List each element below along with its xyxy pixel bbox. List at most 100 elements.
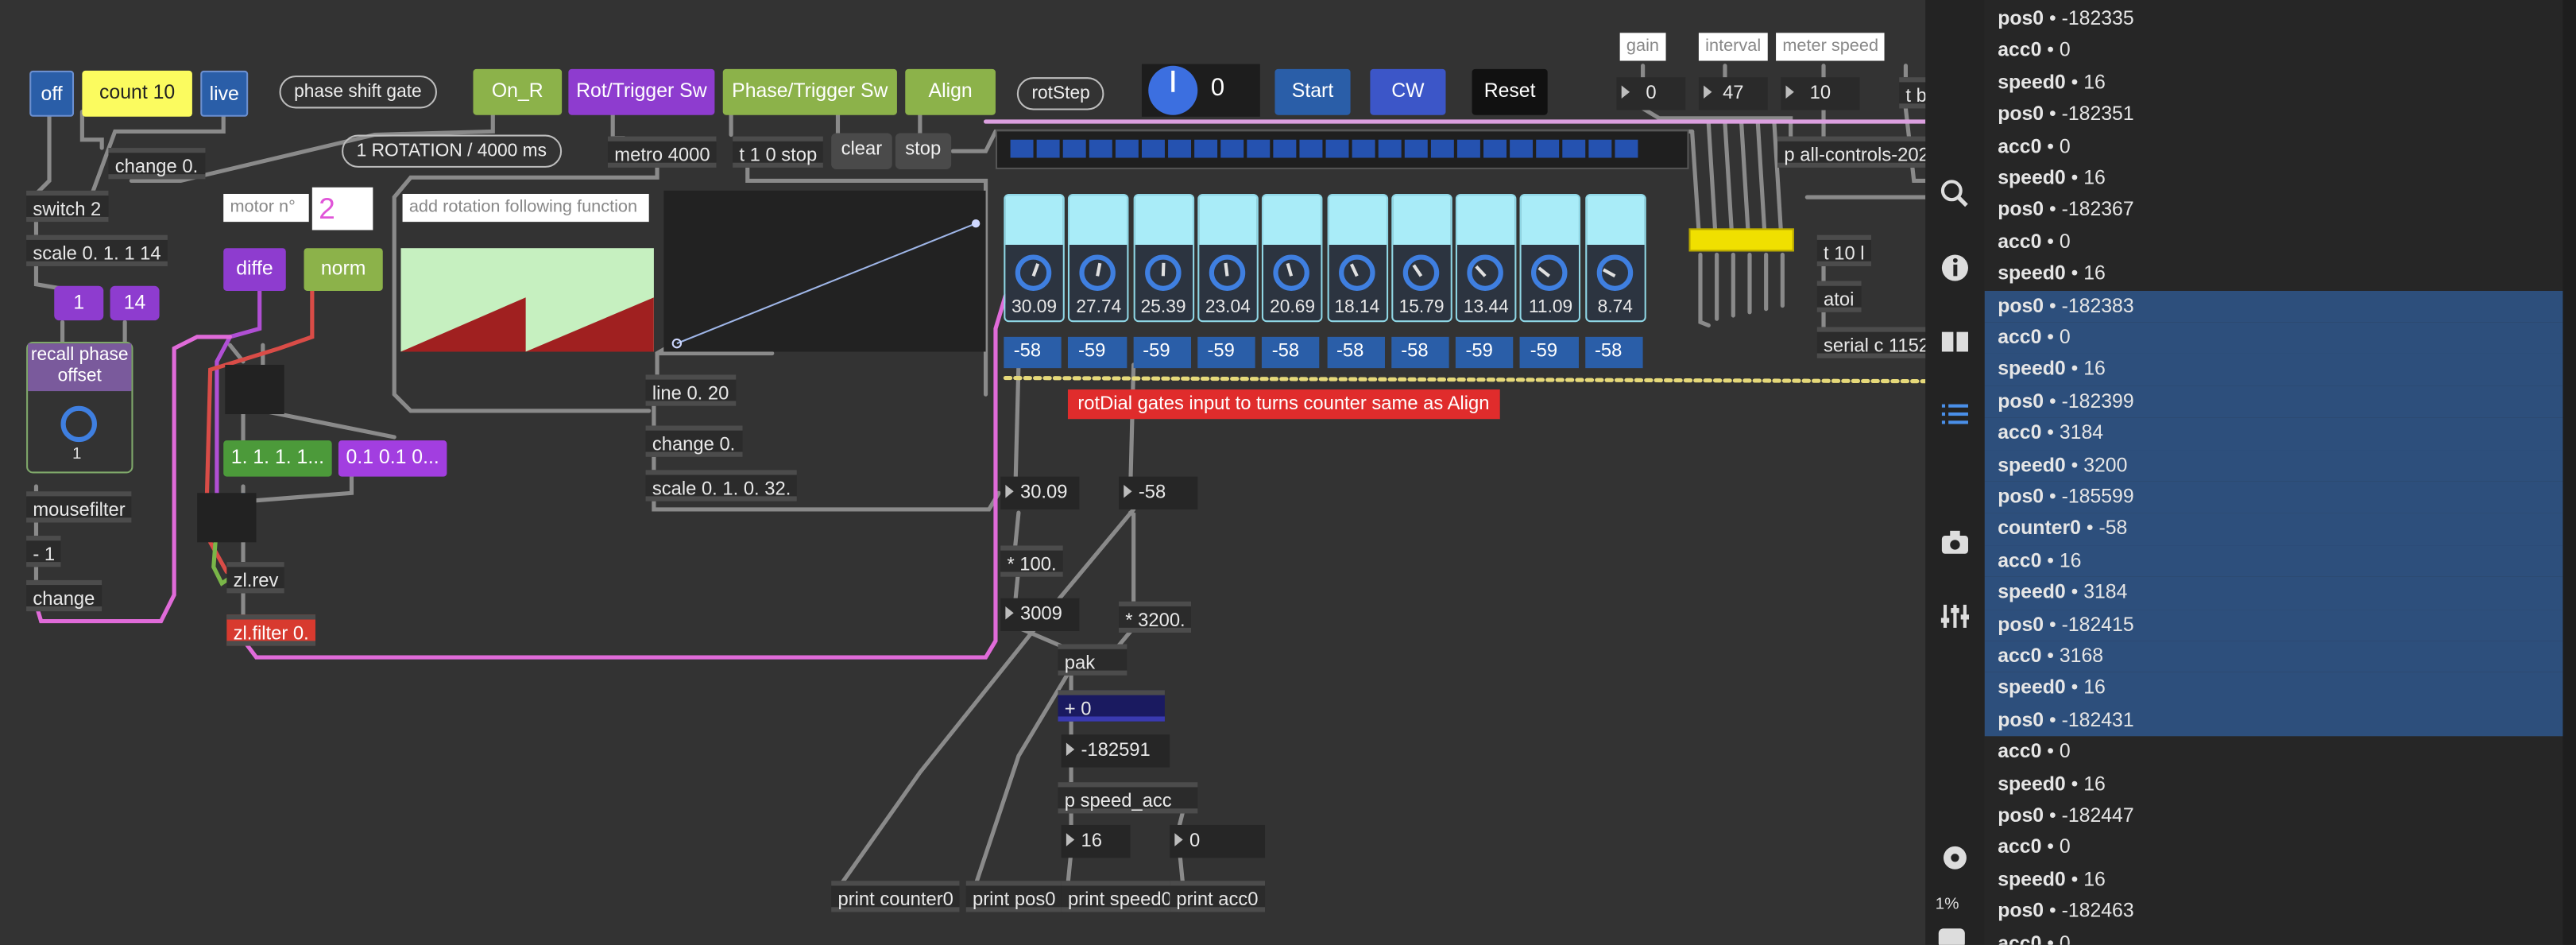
list-green-message[interactable]: 1. 1. 1. 1... <box>223 440 332 477</box>
interval-number[interactable]: 47 <box>1698 77 1768 110</box>
knob-dial[interactable] <box>1080 254 1116 291</box>
align-button[interactable]: Align <box>905 68 996 115</box>
number-3009[interactable]: 3009 <box>1000 598 1080 631</box>
gate-switch-bottom[interactable] <box>197 493 257 543</box>
motor-counter-number[interactable]: -58 <box>1326 336 1385 369</box>
metro-object[interactable]: metro 4000 <box>608 136 717 168</box>
knob-dial[interactable] <box>1531 254 1568 291</box>
function-graph[interactable] <box>400 248 654 352</box>
message-1[interactable]: 1 <box>54 285 104 321</box>
p-all-controls-object[interactable]: p all-controls-202 <box>1777 136 1936 168</box>
console-scrollbar[interactable] <box>2562 0 2576 945</box>
function-editor[interactable] <box>663 190 986 352</box>
cw-button[interactable]: CW <box>1370 68 1446 115</box>
serial-object[interactable]: serial c 1152 <box>1816 327 1936 358</box>
trigger-object[interactable]: t 1 0 stop <box>733 136 824 168</box>
motor-counter-number[interactable]: -58 <box>1584 336 1643 369</box>
console-list-icon[interactable] <box>1936 397 1975 437</box>
clear-message[interactable]: clear <box>831 133 892 169</box>
motor-knob[interactable]: 27.74 <box>1068 193 1130 323</box>
motor-counter-number[interactable]: -58 <box>1004 336 1062 369</box>
motor-knob[interactable]: 20.69 <box>1262 193 1323 323</box>
info-icon[interactable] <box>1936 251 1975 291</box>
number-30-09[interactable]: 30.09 <box>1000 476 1080 509</box>
knob-dial[interactable] <box>1209 254 1246 291</box>
gain-number[interactable]: 0 <box>1616 77 1686 110</box>
reference-book-icon[interactable] <box>1936 325 1975 365</box>
motor-knob[interactable]: 8.74 <box>1584 193 1646 323</box>
console-row[interactable]: speed0 • 3200 <box>1984 449 2563 482</box>
console-row[interactable]: pos0 • -182431 <box>1984 704 2563 737</box>
console-row[interactable]: pos0 • -185599 <box>1984 481 2563 513</box>
console-row[interactable]: acc0 • 0 <box>1985 131 2563 163</box>
knob-dial[interactable] <box>1273 254 1310 291</box>
console-row[interactable]: pos0 • -182463 <box>1985 896 2563 928</box>
meter-speed-number[interactable]: 10 <box>1781 77 1860 110</box>
diffe-button[interactable]: diffe <box>223 248 286 291</box>
rot-dial[interactable] <box>1148 65 1198 115</box>
console-row[interactable]: counter0 • -58 <box>1984 513 2563 545</box>
number-182591[interactable]: -182591 <box>1061 734 1170 768</box>
motor-counter-number[interactable]: -59 <box>1197 336 1256 369</box>
knob-dial[interactable] <box>1467 254 1504 291</box>
change-object-top[interactable]: change 0. <box>108 148 205 180</box>
motor-counter-number[interactable]: -58 <box>1390 336 1449 369</box>
motor-counter-number[interactable]: -59 <box>1456 336 1514 369</box>
pak-object[interactable]: pak <box>1058 644 1127 676</box>
motor-number[interactable]: 2 <box>311 187 373 230</box>
console-row[interactable]: acc0 • 0 <box>1985 737 2563 769</box>
console-row[interactable]: acc0 • 0 <box>1985 928 2563 944</box>
atoi-object[interactable]: atoi <box>1816 281 1861 312</box>
motor-counter-number[interactable]: -58 <box>1262 336 1321 369</box>
console-row[interactable]: pos0 • -182415 <box>1984 609 2563 641</box>
motor-knob[interactable]: 25.39 <box>1132 193 1194 323</box>
norm-button[interactable]: norm <box>304 248 383 291</box>
line-object[interactable]: line 0. 20 <box>645 374 736 406</box>
record-indicator-icon[interactable] <box>1936 842 1975 881</box>
change-object-left[interactable]: change <box>26 579 102 612</box>
console-row[interactable]: speed0 • 16 <box>1985 864 2563 896</box>
console-row[interactable]: speed0 • 16 <box>1985 163 2563 195</box>
print-acc0-object[interactable]: print acc0 <box>1170 881 1265 912</box>
message-14[interactable]: 14 <box>110 285 160 321</box>
console-row[interactable]: speed0 • 16 <box>1985 67 2563 99</box>
console-row[interactable]: acc0 • 0 <box>1985 227 2563 258</box>
multiply-100-object[interactable]: * 100. <box>1000 545 1063 577</box>
rot-trigger-switch[interactable]: Rot/Trigger Sw <box>568 68 715 115</box>
knob-dial[interactable] <box>1015 254 1052 291</box>
mixer-sliders-icon[interactable] <box>1936 600 1975 640</box>
knob-dial[interactable] <box>1338 254 1375 291</box>
number-minus-58[interactable]: -58 <box>1119 476 1198 509</box>
multislider-yellow[interactable] <box>1688 228 1794 252</box>
console-row[interactable]: pos0 • -182399 <box>1984 385 2563 418</box>
print-counter0-object[interactable]: print counter0 <box>831 881 961 912</box>
print-speed0-object[interactable]: print speed0 <box>1061 881 1179 912</box>
console-row[interactable]: acc0 • 0 <box>1985 832 2563 864</box>
off-button[interactable]: off <box>29 70 75 117</box>
console-row[interactable]: speed0 • 16 <box>1984 672 2563 705</box>
console-row[interactable]: speed0 • 16 <box>1985 258 2563 290</box>
motor-knob[interactable]: 30.09 <box>1004 193 1065 323</box>
reset-button[interactable]: Reset <box>1472 68 1548 115</box>
phase-trigger-switch[interactable]: Phase/Trigger Sw <box>722 68 897 115</box>
console-row[interactable]: pos0 • -182335 <box>1985 3 2563 35</box>
search-icon[interactable] <box>1936 177 1975 217</box>
snapshot-camera-icon[interactable] <box>1936 526 1975 566</box>
live-button[interactable]: live <box>200 70 249 117</box>
motor-counter-number[interactable]: -59 <box>1132 336 1191 369</box>
zl-filter-object[interactable]: zl.filter 0. <box>226 614 316 646</box>
number-0[interactable]: 0 <box>1170 824 1266 858</box>
console-row[interactable]: speed0 • 16 <box>1985 769 2563 800</box>
console-row[interactable]: pos0 • -182383 <box>1984 290 2563 323</box>
motor-knob[interactable]: 23.04 <box>1197 193 1259 323</box>
knob-dial[interactable] <box>1596 254 1633 291</box>
console-row[interactable]: pos0 • -182351 <box>1985 99 2563 130</box>
zl-rev-object[interactable]: zl.rev <box>226 562 285 594</box>
scale-object-mid[interactable]: scale 0. 1. 0. 32. <box>645 470 798 502</box>
number-16[interactable]: 16 <box>1061 824 1131 858</box>
knob-dial[interactable] <box>1402 254 1439 291</box>
start-button[interactable]: Start <box>1274 68 1351 115</box>
recall-dial[interactable] <box>60 405 97 443</box>
console-row[interactable]: acc0 • 16 <box>1984 545 2563 578</box>
scale-object-left[interactable]: scale 0. 1. 1 14 <box>26 234 168 266</box>
